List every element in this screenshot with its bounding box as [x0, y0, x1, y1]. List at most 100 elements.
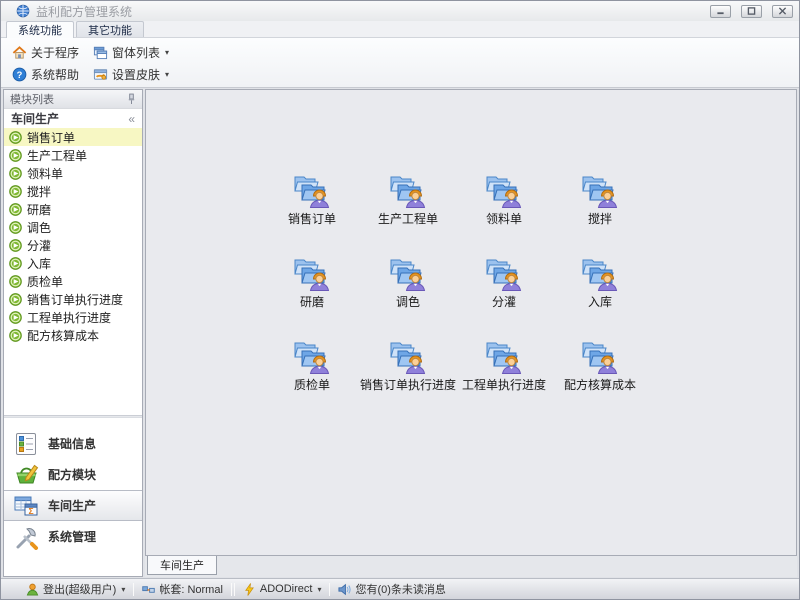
go-arrow-icon [9, 329, 22, 342]
toolbar: 关于程序 窗体列表 ▾ 系统帮助 设置皮肤 ▾ [1, 38, 799, 88]
set-skin-button[interactable]: 设置皮肤 ▾ [86, 65, 176, 84]
shortcut-item[interactable]: 入库 [552, 249, 648, 332]
ado-connection-button[interactable]: ADODirect ▾ [236, 583, 329, 596]
shortcut-label: 生产工程单 [378, 210, 438, 227]
app-window: 益利配方管理系统 系统功能 其它功能 关于程序 窗体列表 [0, 0, 800, 600]
section-label: 车间生产 [48, 497, 96, 514]
tools-icon [13, 524, 39, 550]
module-item[interactable]: 工程单执行进度 [4, 308, 142, 326]
folder-user-icon [580, 170, 620, 208]
module-item[interactable]: 领料单 [4, 164, 142, 182]
module-item[interactable]: 研磨 [4, 200, 142, 218]
collapse-icon[interactable]: « [128, 112, 135, 126]
speaker-icon [338, 583, 351, 596]
module-item[interactable]: 分灌 [4, 236, 142, 254]
go-arrow-icon [9, 203, 22, 216]
folder-user-icon [388, 336, 428, 374]
module-panel-header: 模块列表 [4, 90, 142, 109]
account-set-text: 帐套: Normal [159, 581, 223, 597]
module-label: 销售订单 [27, 129, 75, 146]
shortcut-item[interactable]: 质检单 [264, 332, 360, 415]
shortcut-label: 领料单 [486, 210, 522, 227]
module-item[interactable]: 配方核算成本 [4, 326, 142, 344]
logout-button[interactable]: 登出(超级用户) ▾ [19, 581, 132, 597]
folder-user-icon [292, 336, 332, 374]
system-help-button[interactable]: 系统帮助 [5, 65, 86, 84]
module-label: 分灌 [27, 237, 51, 254]
document-tabstrip: 车间生产 [145, 556, 797, 577]
module-item[interactable]: 质检单 [4, 272, 142, 290]
module-item[interactable]: 调色 [4, 218, 142, 236]
shortcut-item[interactable]: 分灌 [456, 249, 552, 332]
folder-user-icon [484, 170, 524, 208]
close-icon [778, 7, 787, 15]
status-bar: 登出(超级用户) ▾ 帐套: Normal ADODirect ▾ 您有(0)条… [1, 578, 799, 599]
shortcut-item[interactable]: 销售订单执行进度 [360, 332, 456, 415]
window-list-icon [93, 45, 108, 60]
sidebar-section-system-management[interactable]: 系统管理 [4, 521, 142, 552]
document-area: 销售订单 生产工程单 领料单 搅拌 [145, 89, 797, 556]
go-arrow-icon [9, 131, 22, 144]
shortcut-item[interactable]: 配方核算成本 [552, 332, 648, 415]
close-button[interactable] [772, 5, 793, 18]
folder-user-icon [388, 170, 428, 208]
connection-label: ADODirect [260, 583, 313, 595]
module-label: 搅拌 [27, 183, 51, 200]
document-column: 销售订单 生产工程单 领料单 搅拌 [145, 89, 797, 577]
statusbar-separator [329, 583, 330, 596]
window-title: 益利配方管理系统 [36, 3, 700, 20]
document-tab-label: 车间生产 [160, 557, 204, 573]
button-label: 关于程序 [31, 44, 79, 61]
statusbar-separator [133, 583, 134, 596]
tab-label: 其它功能 [88, 22, 132, 38]
shortcut-item[interactable]: 搅拌 [552, 166, 648, 249]
module-label: 配方核算成本 [27, 327, 99, 344]
unread-messages-button[interactable]: 您有(0)条未读消息 [331, 581, 452, 597]
sidebar-section-formula-module[interactable]: 配方模块 [4, 459, 142, 490]
about-program-button[interactable]: 关于程序 [5, 43, 86, 62]
group-title: 车间生产 [11, 110, 59, 127]
shortcut-item[interactable]: 生产工程单 [360, 166, 456, 249]
nav-sections: 基础信息 配方模块 车间生产 系统管理 [4, 428, 142, 552]
module-label: 质检单 [27, 273, 63, 290]
statusbar-separator [231, 583, 232, 596]
go-arrow-icon [9, 257, 22, 270]
module-label: 入库 [27, 255, 51, 272]
folder-user-icon [388, 253, 428, 291]
sidebar-section-workshop-production[interactable]: 车间生产 [4, 490, 142, 521]
form-list-button[interactable]: 窗体列表 ▾ [86, 43, 176, 62]
folder-user-icon [292, 253, 332, 291]
shortcut-item[interactable]: 销售订单 [264, 166, 360, 249]
shortcut-label: 入库 [588, 293, 612, 310]
document-tab-workshop-production[interactable]: 车间生产 [147, 556, 217, 575]
tab-system-functions[interactable]: 系统功能 [6, 21, 74, 38]
dropdown-arrow-icon: ▾ [121, 585, 125, 594]
pin-icon[interactable] [127, 93, 136, 105]
shortcut-item[interactable]: 工程单执行进度 [456, 332, 552, 415]
shortcut-item[interactable]: 调色 [360, 249, 456, 332]
folder-user-icon [580, 336, 620, 374]
lightning-icon [243, 583, 256, 596]
tab-label: 系统功能 [18, 22, 62, 38]
module-item[interactable]: 搅拌 [4, 182, 142, 200]
tab-other-functions[interactable]: 其它功能 [76, 21, 144, 37]
module-item[interactable]: 生产工程单 [4, 146, 142, 164]
shortcut-item[interactable]: 领料单 [456, 166, 552, 249]
sidebar-section-basic-info[interactable]: 基础信息 [4, 428, 142, 459]
user-icon [26, 583, 39, 596]
go-arrow-icon [9, 293, 22, 306]
button-label: 系统帮助 [31, 66, 79, 83]
module-item[interactable]: 入库 [4, 254, 142, 272]
module-item[interactable]: 销售订单 [4, 128, 142, 146]
minimize-button[interactable] [710, 5, 731, 18]
folder-user-icon [292, 170, 332, 208]
dropdown-arrow-icon: ▾ [165, 70, 169, 79]
module-label: 生产工程单 [27, 147, 87, 164]
shortcut-label: 销售订单 [288, 210, 336, 227]
maximize-button[interactable] [741, 5, 762, 18]
window-body: 模块列表 车间生产 « 销售订单 生产工程单 领料单 [1, 88, 799, 578]
logout-label: 登出(超级用户) [43, 581, 116, 597]
shortcut-item[interactable]: 研磨 [264, 249, 360, 332]
panel-splitter[interactable] [4, 415, 142, 418]
module-item[interactable]: 销售订单执行进度 [4, 290, 142, 308]
